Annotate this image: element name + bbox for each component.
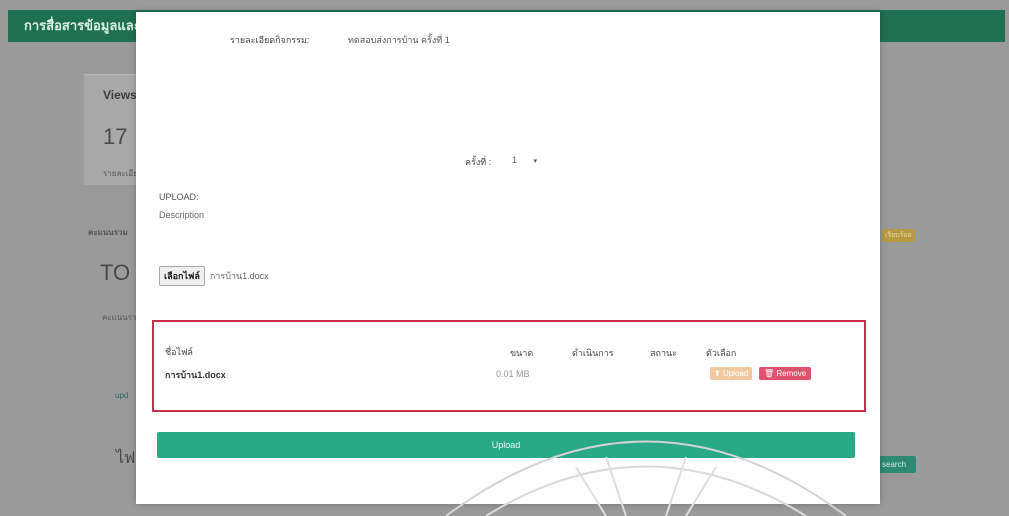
round-select-value: 1 — [512, 155, 518, 165]
views-count: 17 — [103, 124, 128, 149]
trash-icon: 🗑 — [764, 369, 775, 378]
choose-file-button[interactable]: เลือกไฟล์ — [159, 266, 205, 286]
total-prefix: TO — [100, 260, 131, 285]
chosen-file-name: การบ้าน1.docx — [209, 271, 269, 281]
round-select[interactable]: 1 ▾ — [512, 155, 537, 165]
background-link[interactable]: upd — [115, 391, 128, 400]
views-label: Views — [103, 88, 137, 102]
header-status: สถานะ — [650, 348, 677, 358]
header-file-name: ชื่อไฟล์ — [165, 347, 193, 357]
background-header-title: การสื่อสารข้อมูลและ — [24, 18, 141, 33]
header-options: ตัวเลือก — [706, 348, 737, 358]
activity-value: ทดสอบส่งการบ้าน ครั้งที่ 1 — [348, 35, 450, 45]
watermark-seal — [445, 440, 847, 516]
row-file-name: การบ้าน1.docx — [165, 370, 226, 380]
row-remove-button[interactable]: 🗑 Remove — [759, 367, 812, 380]
section-label: คะแนนรวม — [88, 228, 128, 237]
header-size: ขนาด — [510, 348, 534, 358]
activity-label: รายละเอียดกิจกรรม: — [230, 35, 310, 45]
status-badge: เรียบร้อย — [882, 229, 915, 242]
chevron-down-icon: ▾ — [533, 158, 538, 165]
file-picker[interactable]: เลือกไฟล์ การบ้าน1.docx — [159, 266, 269, 286]
description-label: Description — [159, 210, 205, 220]
row-upload-label: Upload — [722, 369, 749, 378]
row-upload-button[interactable]: ⬆ Upload — [710, 367, 753, 380]
upload-button[interactable]: Upload — [157, 432, 855, 458]
upload-label: UPLOAD: — [159, 192, 199, 202]
upload-modal: รายละเอียดกิจกรรม: ทดสอบส่งการบ้าน ครั้ง… — [136, 12, 880, 516]
upload-icon: ⬆ — [714, 369, 721, 378]
round-label: ครั้งที่ : — [465, 157, 492, 167]
row-file-size: 0.01 MB — [496, 369, 530, 379]
file-queue-table: ชื่อไฟล์ ขนาด ดำเนินการ สถานะ ตัวเลือก ก… — [152, 320, 866, 412]
row-remove-label: Remove — [776, 369, 807, 378]
header-progress: ดำเนินการ — [572, 348, 614, 358]
background-bottom-heading: ไฟ — [116, 450, 136, 467]
